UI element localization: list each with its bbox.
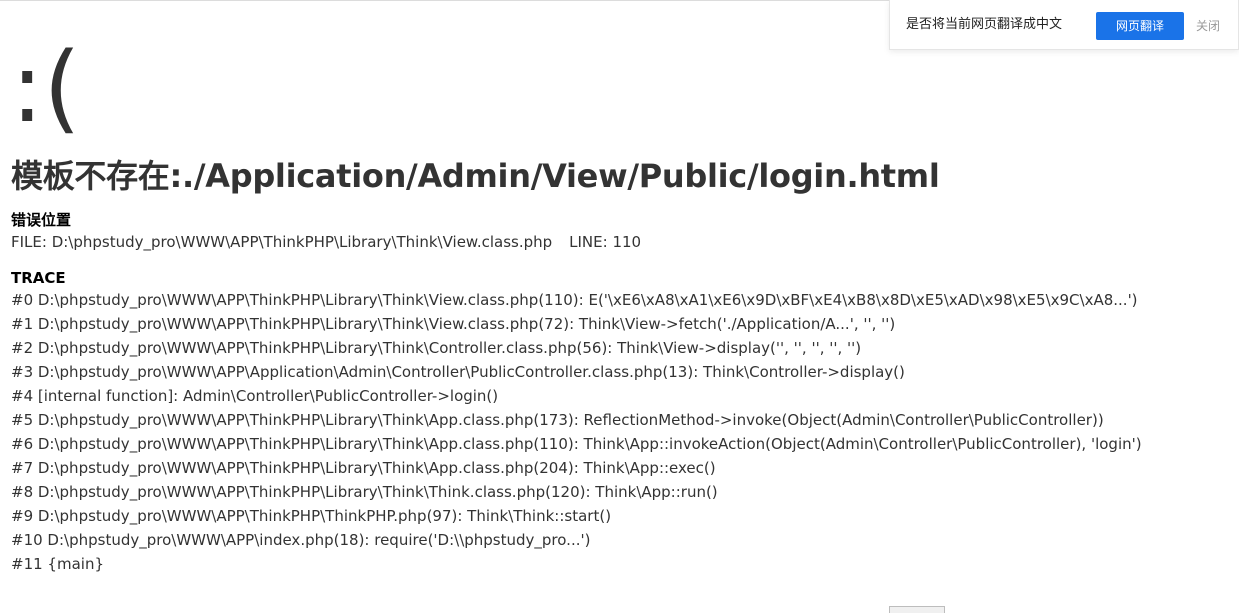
trace-line: #11 {main} [11, 555, 104, 573]
translate-bar: 是否将当前网页翻译成中文 网页翻译 关闭 [889, 0, 1239, 50]
trace-list: #0 D:\phpstudy_pro\WWW\APP\ThinkPHP\Libr… [11, 288, 1231, 576]
error-line-number: LINE: 110 [569, 233, 642, 251]
trace-line: #6 D:\phpstudy_pro\WWW\APP\ThinkPHP\Libr… [11, 435, 1142, 453]
error-title: 模板不存在:./Application/Admin/View/Public/lo… [11, 157, 940, 195]
trace-line: #2 D:\phpstudy_pro\WWW\APP\ThinkPHP\Libr… [11, 339, 862, 357]
trace-line: #4 [internal function]: Admin\Controller… [11, 387, 499, 405]
translate-prompt: 是否将当前网页翻译成中文 [906, 17, 1063, 32]
close-translate-button[interactable]: 关闭 [1196, 17, 1220, 35]
trace-line: #7 D:\phpstudy_pro\WWW\APP\ThinkPHP\Libr… [11, 459, 716, 477]
translate-page-button[interactable]: 网页翻译 [1096, 12, 1184, 40]
trace-line: #8 D:\phpstudy_pro\WWW\APP\ThinkPHP\Libr… [11, 483, 718, 501]
trace-line: #5 D:\phpstudy_pro\WWW\APP\ThinkPHP\Libr… [11, 411, 1104, 429]
sad-face: :( [11, 32, 81, 144]
error-page: :( 模板不存在:./Application/Admin/View/Public… [11, 40, 1231, 576]
horizontal-scrollbar-thumb[interactable] [889, 606, 945, 613]
trace-line: #10 D:\phpstudy_pro\WWW\APP\index.php(18… [11, 531, 591, 549]
error-file: FILE: D:\phpstudy_pro\WWW\APP\ThinkPHP\L… [11, 233, 553, 251]
trace-line: #9 D:\phpstudy_pro\WWW\APP\ThinkPHP\Thin… [11, 507, 612, 525]
trace-line: #1 D:\phpstudy_pro\WWW\APP\ThinkPHP\Libr… [11, 315, 896, 333]
trace-line: #3 D:\phpstudy_pro\WWW\APP\Application\A… [11, 363, 905, 381]
trace-heading: TRACE [11, 269, 66, 287]
error-file-line: FILE: D:\phpstudy_pro\WWW\APP\ThinkPHP\L… [11, 230, 1231, 254]
trace-line: #0 D:\phpstudy_pro\WWW\APP\ThinkPHP\Libr… [11, 291, 1138, 309]
error-position-heading: 错误位置 [11, 211, 72, 229]
